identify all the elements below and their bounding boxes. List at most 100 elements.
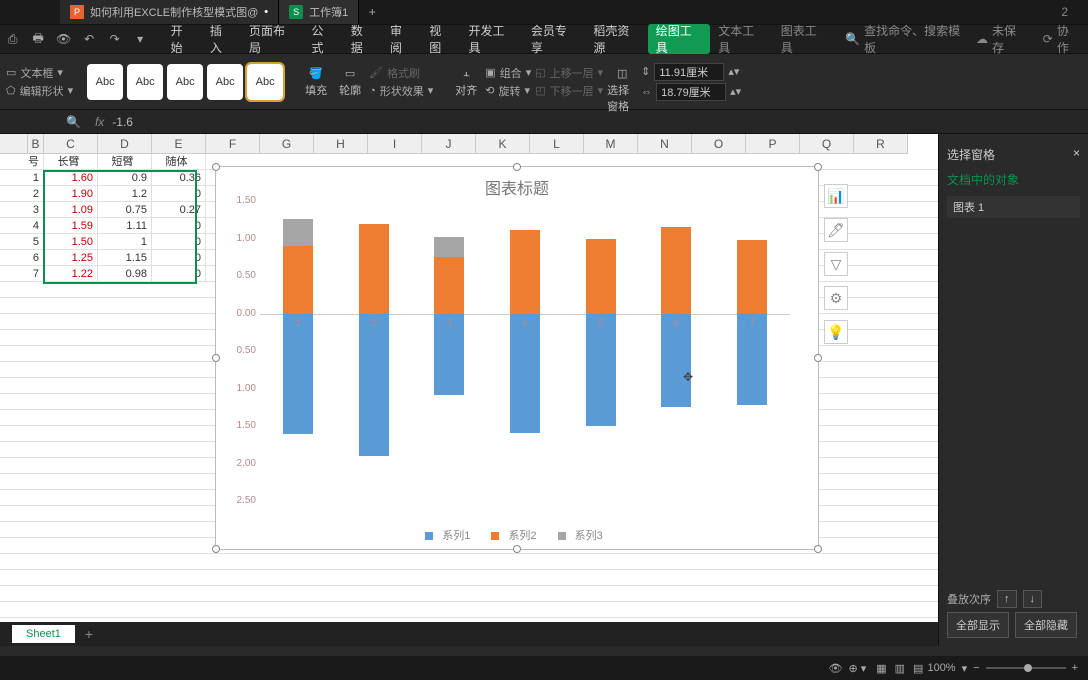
sheet-icon: S — [289, 5, 303, 19]
pane-close-icon[interactable]: × — [1073, 146, 1080, 163]
fwd-button[interactable]: ◱上移一层▾ — [535, 65, 603, 81]
height-icon: ⇕ — [641, 65, 650, 78]
height-input[interactable]: 11.91厘米 — [654, 63, 724, 81]
doc-tab-1[interactable]: P 如何利用EXCLE制作核型模式图@ • — [60, 0, 279, 24]
align-button[interactable]: ⫠对齐 — [451, 67, 481, 97]
preview-icon[interactable]: 👁 — [53, 28, 74, 50]
style-swatch-2[interactable]: Abc — [127, 64, 163, 100]
brush-icon: 🖌 — [369, 66, 383, 79]
menu-layout[interactable]: 页面布局 — [241, 24, 303, 54]
style-swatch-1[interactable]: Abc — [87, 64, 123, 100]
back-button[interactable]: ◰下移一层▾ — [535, 83, 603, 99]
menu-skin[interactable]: 稻壳资源 — [585, 24, 647, 54]
style-swatch-3[interactable]: Abc — [167, 64, 203, 100]
outline-button[interactable]: ▭轮廓 — [335, 67, 365, 97]
search-placeholder: 查找命令、搜索模板 — [864, 22, 968, 56]
chart-elements-button[interactable]: 📊 — [824, 184, 848, 208]
order-label: 叠放次序 — [947, 591, 991, 607]
zoom-dropdown-icon[interactable]: 🔍 — [60, 115, 87, 129]
column-headers: B C D E F G H I J K L M N O P Q R — [0, 134, 908, 154]
menu-formula[interactable]: 公式 — [304, 24, 343, 54]
worksheet-area[interactable]: B C D E F G H I J K L M N O P Q R 号长臂短臂随… — [0, 134, 938, 646]
dropdown-icon[interactable]: ▾ — [129, 28, 150, 50]
redo-icon[interactable]: ↷ — [104, 28, 125, 50]
menu-start[interactable]: 开始 — [163, 24, 202, 54]
menu-chart[interactable]: 图表工具 — [773, 24, 835, 54]
selpane-button[interactable]: ◫选择窗格 — [607, 67, 637, 97]
object-item-chart[interactable]: 图表 1 — [947, 196, 1080, 218]
rotate-button[interactable]: ⟲旋转▾ — [485, 83, 531, 99]
chart-idea-button[interactable]: 💡 — [824, 320, 848, 344]
textbox-label[interactable]: 文本框 — [20, 65, 53, 81]
formula-bar: 🔍 fx -1.6 — [0, 110, 1088, 134]
editshape-icon: ⬠ — [6, 84, 16, 97]
ribbon: ▭文本框▾ ⬠编辑形状▾ Abc Abc Abc Abc Abc 🪣填充 ▭轮廓… — [0, 54, 1088, 110]
undo-icon[interactable]: ↶ — [78, 28, 99, 50]
search-icon: 🔍 — [845, 32, 860, 46]
view-eye-icon[interactable]: 👁 — [828, 662, 842, 675]
add-sheet-button[interactable]: + — [75, 626, 103, 642]
group-icon: ▣ — [485, 66, 495, 79]
ppt-icon: P — [70, 5, 84, 19]
print-icon[interactable]: 🖶 — [27, 28, 48, 50]
chart-plot: 1.501.000.500.000.501.001.502.002.501234… — [260, 201, 790, 501]
coop-label[interactable]: ⟳协作 — [1035, 22, 1088, 56]
zoom-out-button[interactable]: − — [973, 662, 979, 674]
search-box[interactable]: 🔍 查找命令、搜索模板 — [845, 22, 968, 56]
fill-icon: 🪣 — [309, 67, 323, 80]
group-button[interactable]: ▣组合▾ — [485, 65, 531, 81]
fx-label: fx — [87, 115, 112, 129]
order-down-button[interactable]: ↓ — [1023, 590, 1043, 608]
top-right-badge: 2 — [1061, 5, 1088, 19]
zoom-slider[interactable] — [986, 667, 1066, 669]
width-input[interactable]: 18.79厘米 — [656, 83, 726, 101]
style-swatch-5[interactable]: Abc — [247, 64, 283, 100]
view-page-icon[interactable]: ▤ — [913, 662, 923, 675]
zoom-in-button[interactable]: + — [1072, 662, 1078, 674]
selpane-icon: ◫ — [617, 67, 627, 80]
rotate-icon: ⟲ — [485, 84, 494, 97]
chart-settings-button[interactable]: ⚙ — [824, 286, 848, 310]
chart-style-button[interactable]: 🖊 — [824, 218, 848, 242]
chart-object[interactable]: 图表标题 1.501.000.500.000.501.001.502.002.5… — [215, 166, 819, 550]
chart-side-buttons: 📊 🖊 ▽ ⚙ 💡 — [824, 184, 848, 344]
doc-tab-2-label: 工作簿1 — [309, 4, 348, 20]
style-swatch-4[interactable]: Abc — [207, 64, 243, 100]
fx-icon: ◔ — [369, 85, 376, 97]
width-icon: ⇔ — [641, 86, 652, 98]
outline-icon: ▭ — [345, 67, 355, 80]
chart-filter-button[interactable]: ▽ — [824, 252, 848, 276]
menu-draw[interactable]: 绘图工具 — [648, 24, 710, 54]
show-all-button[interactable]: 全部显示 — [947, 612, 1009, 638]
tab-dirty-dot: • — [264, 6, 268, 18]
view-target-icon[interactable]: ⊕ ▾ — [848, 662, 866, 675]
hide-all-button[interactable]: 全部隐藏 — [1015, 612, 1077, 638]
chart-legend[interactable]: 系列1 系列2 系列3 — [216, 527, 818, 543]
editshape-label[interactable]: 编辑形状 — [20, 83, 64, 99]
menu-insert[interactable]: 插入 — [202, 24, 241, 54]
save-icon[interactable]: ⎙ — [2, 28, 23, 50]
menu-member[interactable]: 会员专享 — [523, 24, 585, 54]
menu-view[interactable]: 视图 — [421, 24, 460, 54]
view-normal-icon[interactable]: ▦ — [876, 662, 886, 675]
formula-value[interactable]: -1.6 — [112, 115, 133, 129]
new-tab-button[interactable]: + — [361, 1, 383, 23]
align-icon: ⫠ — [463, 67, 470, 80]
menu-dev[interactable]: 开发工具 — [460, 24, 522, 54]
menu-text[interactable]: 文本工具 — [710, 24, 772, 54]
zoom-value: 100% — [927, 662, 955, 674]
menu-data[interactable]: 数据 — [343, 24, 382, 54]
zoom-control[interactable]: 100%▾ − + — [927, 662, 1078, 675]
doc-tab-2[interactable]: S 工作簿1 — [279, 0, 359, 24]
shapefx-button[interactable]: ◔形状效果▾ — [369, 83, 433, 99]
view-pagebreak-icon[interactable]: ▥ — [895, 662, 905, 675]
status-bar: 👁 ⊕ ▾ ▦ ▥ ▤ 100%▾ − + — [0, 656, 1088, 680]
sheet-tab-1[interactable]: Sheet1 — [12, 625, 75, 643]
doc-tab-1-label: 如何利用EXCLE制作核型模式图@ — [90, 4, 258, 20]
unsaved-label[interactable]: ☁未保存 — [968, 22, 1035, 56]
fill-button[interactable]: 🪣填充 — [301, 67, 331, 97]
document-tab-bar: P 如何利用EXCLE制作核型模式图@ • S 工作簿1 + 2 — [0, 0, 1088, 24]
order-up-button[interactable]: ↑ — [997, 590, 1017, 608]
menu-review[interactable]: 审阅 — [382, 24, 421, 54]
textbox-icon: ▭ — [6, 66, 16, 79]
